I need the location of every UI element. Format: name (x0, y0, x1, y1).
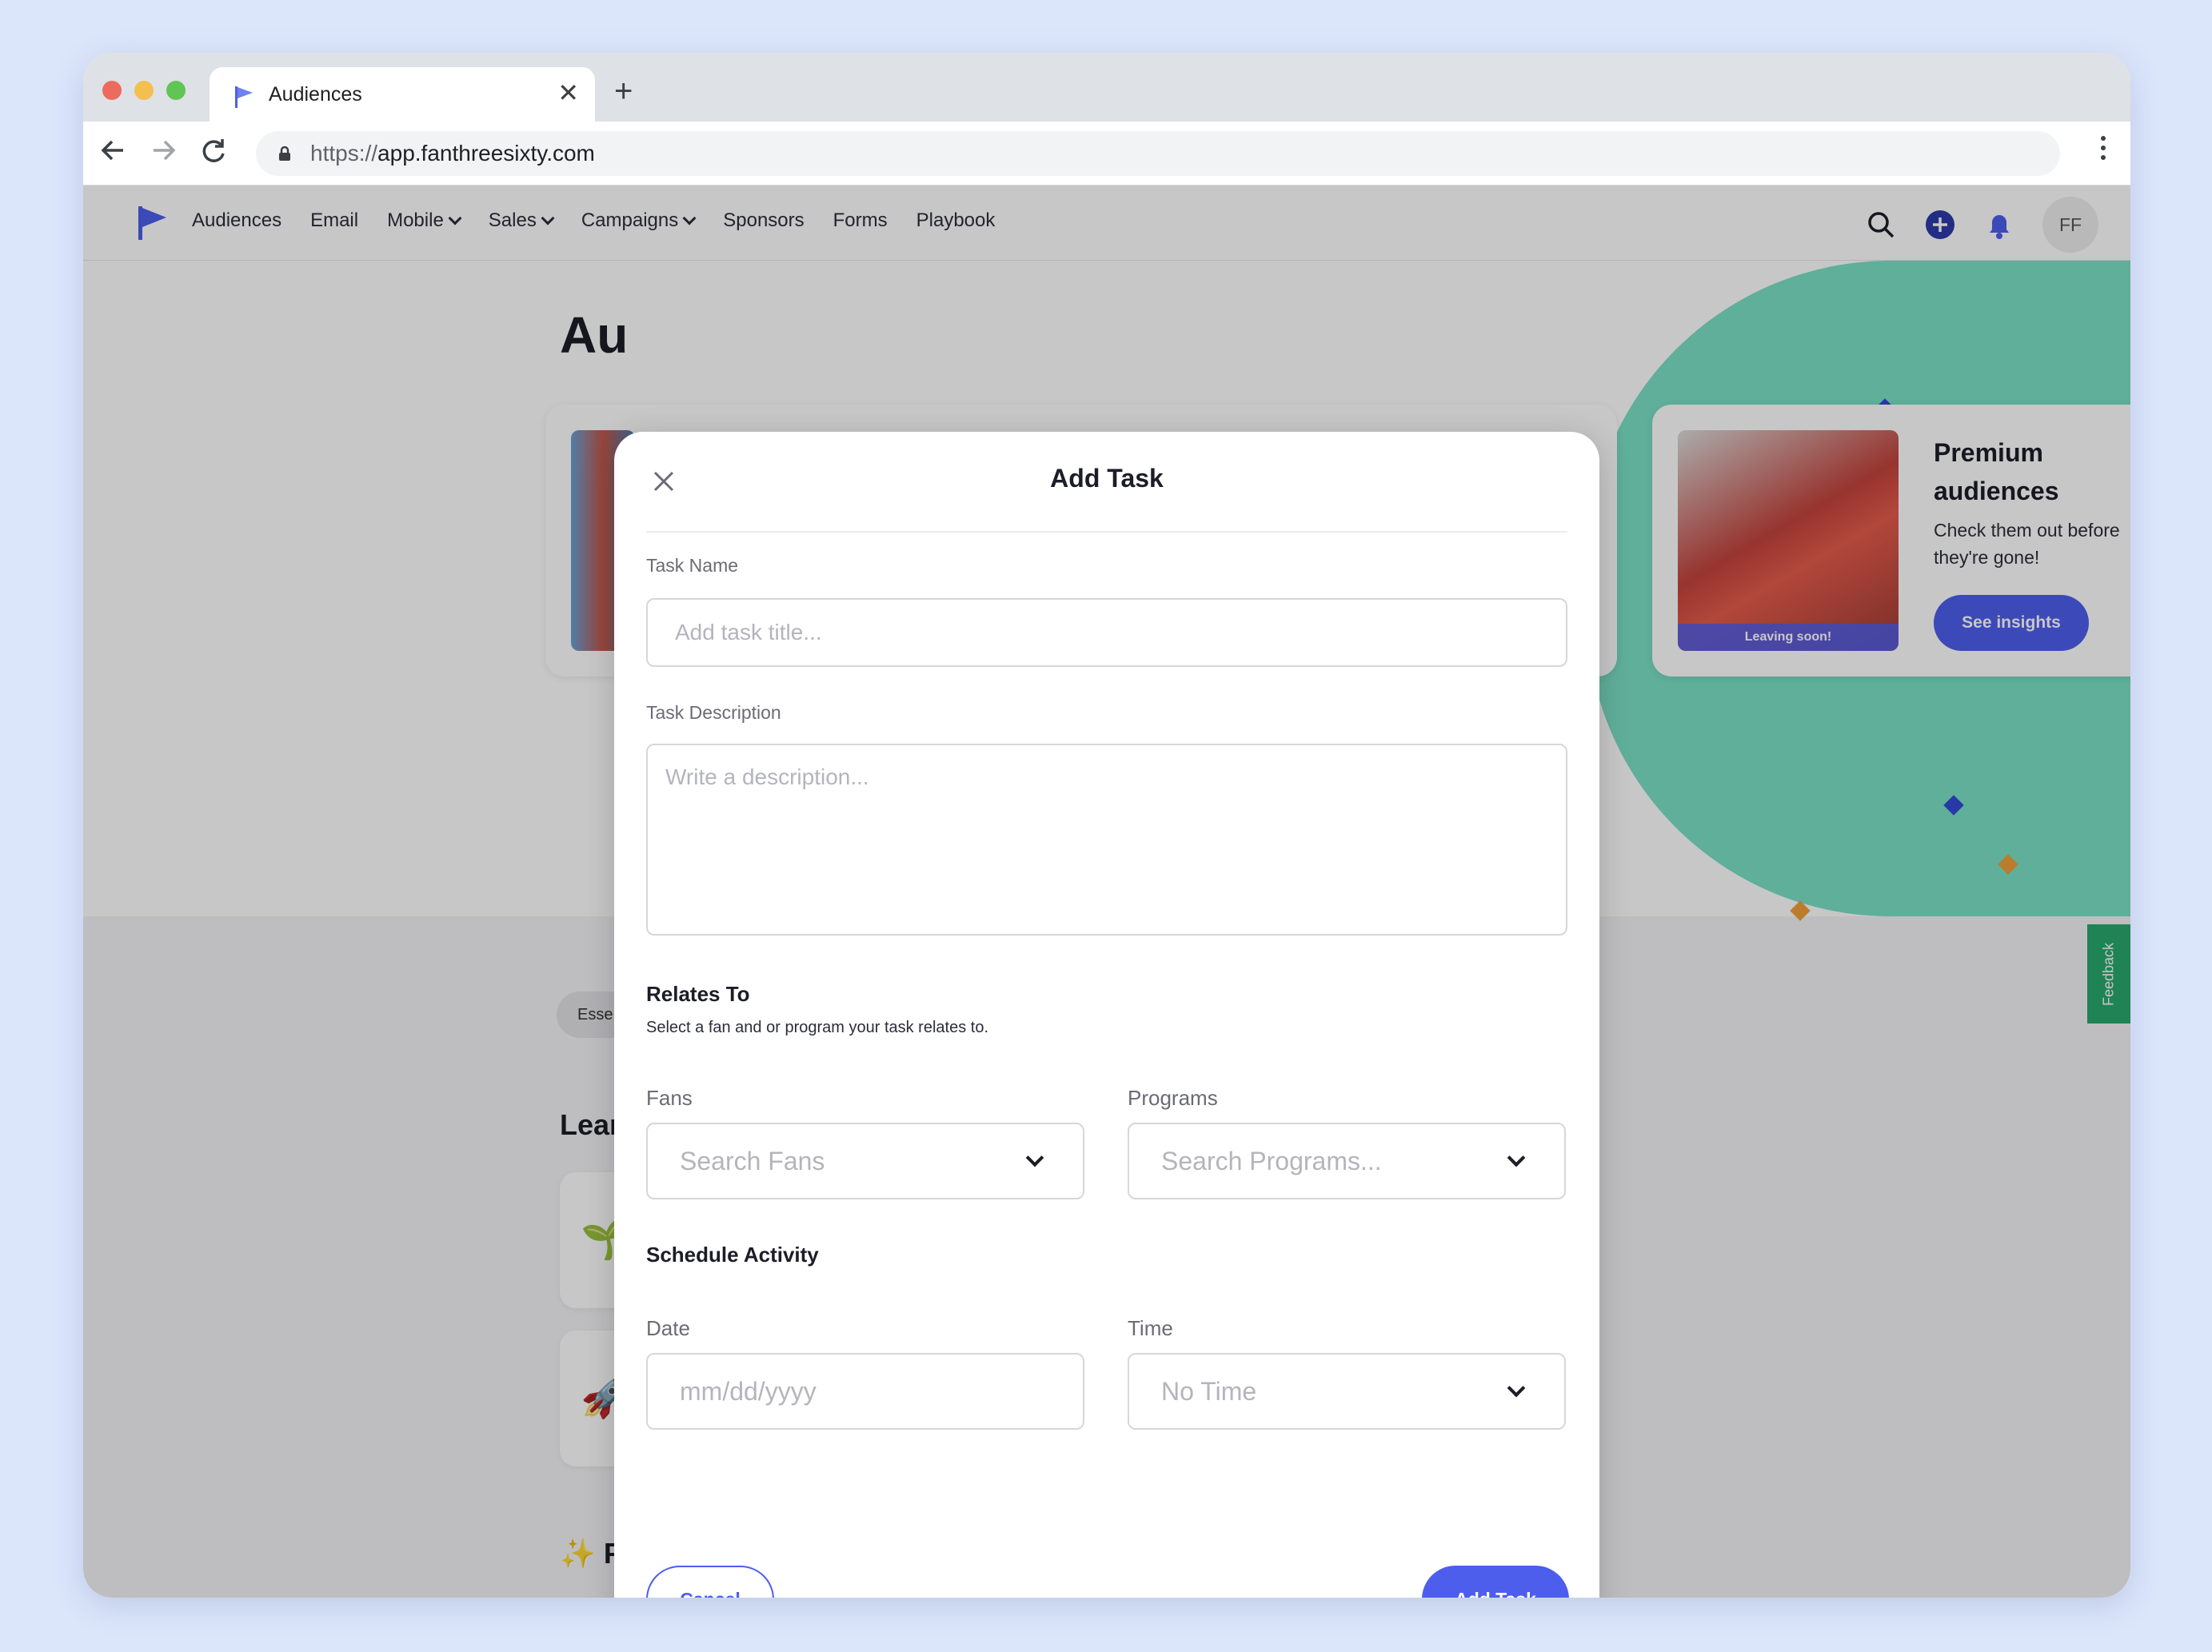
add-task-modal: Add Task Task Name Task Description Rela… (614, 432, 1599, 1598)
modal-title: Add Task (1050, 464, 1164, 493)
browser-tab-audiences[interactable]: Audiences ✕ (210, 67, 595, 122)
time-select-value: No Time (1161, 1377, 1257, 1406)
close-window-button[interactable] (102, 81, 122, 100)
chevron-down-icon (1507, 1148, 1526, 1167)
relates-to-subtext: Select a fan and or program your task re… (646, 1019, 988, 1036)
fans-select-placeholder: Search Fans (680, 1147, 825, 1175)
schedule-activity-heading: Schedule Activity (646, 1243, 819, 1267)
tab-strip: Audiences ✕ + (83, 53, 2130, 122)
url-bar[interactable]: https://app.fanthreesixty.com (256, 131, 2060, 176)
cancel-button[interactable]: Cancel (646, 1566, 774, 1598)
browser-window: Audiences ✕ + https://app.fanthreesixty.… (83, 53, 2130, 1598)
task-name-label: Task Name (646, 555, 739, 576)
date-input[interactable] (646, 1353, 1084, 1430)
reload-icon[interactable] (200, 134, 227, 166)
url-text: https://app.fanthreesixty.com (310, 141, 595, 166)
tab-close-icon[interactable]: ✕ (557, 78, 579, 107)
maximize-window-button[interactable] (166, 81, 186, 100)
fans-select[interactable]: Search Fans (646, 1123, 1084, 1199)
new-tab-button[interactable]: + (614, 75, 633, 107)
chevron-down-icon (1025, 1148, 1044, 1167)
chevron-down-icon (1507, 1379, 1526, 1398)
task-description-label: Task Description (646, 702, 781, 723)
relates-to-heading: Relates To (646, 982, 750, 1006)
time-select[interactable]: No Time (1128, 1353, 1566, 1430)
time-label: Time (1128, 1316, 1173, 1340)
task-name-input[interactable] (646, 598, 1567, 667)
minimize-window-button[interactable] (134, 81, 154, 100)
tab-title: Audiences (269, 83, 362, 106)
back-arrow-icon[interactable] (99, 134, 126, 166)
programs-select[interactable]: Search Programs... (1128, 1123, 1566, 1199)
date-label: Date (646, 1316, 690, 1340)
lock-icon (279, 146, 290, 161)
programs-select-placeholder: Search Programs... (1161, 1147, 1382, 1175)
modal-divider (646, 531, 1567, 533)
address-bar: https://app.fanthreesixty.com (83, 122, 2130, 186)
flag-icon (235, 86, 253, 108)
task-description-input[interactable] (646, 744, 1567, 936)
app-viewport: Audiences Email Mobile Sales Campaigns S… (83, 186, 2130, 1598)
forward-arrow-icon[interactable] (150, 134, 178, 166)
fans-label: Fans (646, 1086, 693, 1110)
programs-label: Programs (1128, 1086, 1218, 1110)
add-task-button[interactable]: Add Task (1422, 1566, 1569, 1598)
browser-menu-icon[interactable] (2100, 136, 2106, 171)
